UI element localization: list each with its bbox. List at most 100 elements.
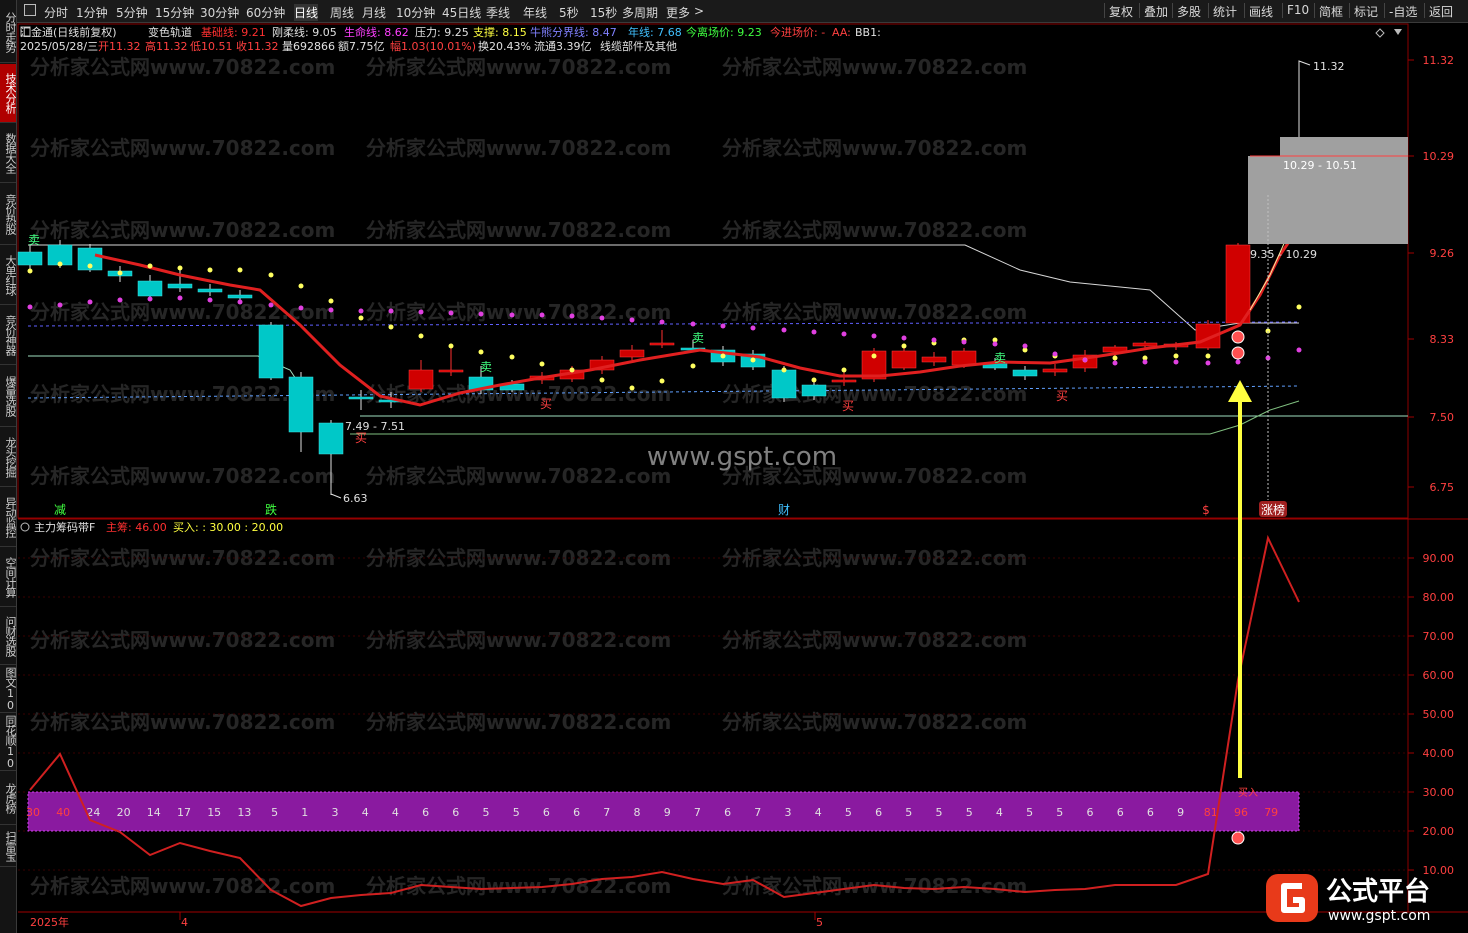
support-dot <box>87 263 93 269</box>
sidebar-tab-4[interactable]: 大单红球 <box>0 246 16 305</box>
chevron-down-icon[interactable] <box>1394 29 1402 35</box>
sidebar-tab-11[interactable]: 图文10 <box>0 666 16 713</box>
support-dot <box>841 367 847 373</box>
tool-button-7[interactable]: 标记 <box>1349 3 1378 19</box>
band-value: 6 <box>452 806 459 819</box>
life-dot <box>901 335 907 341</box>
candle-body[interactable] <box>17 251 43 266</box>
tool-button-4[interactable]: 画线 <box>1244 3 1273 19</box>
period-7[interactable]: 周线 <box>330 4 354 21</box>
period-12[interactable]: 年线 <box>523 4 547 21</box>
candle-body[interactable] <box>197 288 223 293</box>
candle-body[interactable] <box>891 350 917 369</box>
diamond-icon[interactable] <box>1375 28 1385 38</box>
sidebar-tab-10[interactable]: 问财选股 <box>0 608 16 665</box>
tool-button-9[interactable]: 返回 <box>1424 3 1453 19</box>
menu-icon[interactable] <box>24 4 36 16</box>
sidebar-tab-8[interactable]: 异动监控 <box>0 488 16 547</box>
period-4[interactable]: 30分钟 <box>200 4 239 21</box>
candle-body[interactable] <box>318 422 344 455</box>
sub-axis-label: 90.00 <box>1423 552 1455 565</box>
candle-body[interactable] <box>801 384 827 397</box>
sidebar-tab-13[interactable]: 龙虎榜 <box>0 772 16 825</box>
date-label: 4 <box>181 916 188 929</box>
period-2[interactable]: 5分钟 <box>116 4 148 21</box>
candle-body[interactable] <box>649 342 675 346</box>
bottom-marker: 减 <box>54 503 66 517</box>
sidebar-tab-5[interactable]: 竞价神器 <box>0 306 16 365</box>
candle-body[interactable] <box>951 350 977 366</box>
candle-body[interactable] <box>227 294 253 299</box>
support-dot <box>781 367 787 373</box>
sidebar-tab-12[interactable]: 同花顺10 <box>0 714 16 771</box>
period-10[interactable]: 45日线 <box>442 4 481 21</box>
sidebar-tab-3[interactable]: 竞价热股 <box>0 184 16 245</box>
period-8[interactable]: 月线 <box>362 4 386 21</box>
watermark-text: 分析家公式网www.70822.com <box>366 300 671 324</box>
candle-body[interactable] <box>1132 342 1158 347</box>
ohlc-value: 量692866 <box>282 40 335 53</box>
sidebar-tab-9[interactable]: 空间计算 <box>0 548 16 607</box>
life-dot <box>931 337 937 343</box>
support-dot <box>57 261 63 267</box>
candle-body[interactable] <box>348 396 374 400</box>
period-15[interactable]: 多周期 <box>622 4 658 21</box>
life-dot <box>720 323 726 329</box>
sidebar-tab-0[interactable]: 分时走势 <box>0 2 16 63</box>
support-dot <box>418 333 424 339</box>
indicator-value: AA: <box>832 26 851 39</box>
sidebar-tab-2[interactable]: 数据大全 <box>0 124 16 183</box>
period-9[interactable]: 10分钟 <box>396 4 435 21</box>
candle-body[interactable] <box>438 369 464 373</box>
candle-body[interactable] <box>619 349 645 358</box>
watermark-text: 分析家公式网www.70822.com <box>366 628 671 652</box>
more-arrow[interactable]: > <box>694 4 704 18</box>
candle-body[interactable] <box>258 324 284 379</box>
period-3[interactable]: 15分钟 <box>155 4 194 21</box>
band-value: 6 <box>573 806 580 819</box>
period-13[interactable]: 5秒 <box>559 4 579 21</box>
candle-body[interactable] <box>288 376 314 433</box>
sidebar-tab-6[interactable]: 爆量选股 <box>0 366 16 427</box>
ohlc-value: 流通3.39亿 <box>534 39 592 53</box>
tool-button-6[interactable]: 简框 <box>1314 3 1343 19</box>
candle-body[interactable] <box>167 283 193 289</box>
period-1[interactable]: 1分钟 <box>76 4 108 21</box>
life-dot <box>599 315 605 321</box>
band-value: 3 <box>785 806 792 819</box>
band-value: 3 <box>332 806 339 819</box>
candle-body[interactable] <box>1225 244 1251 324</box>
candle-body[interactable] <box>921 356 947 363</box>
period-16[interactable]: 更多 <box>666 4 690 21</box>
tool-button-0[interactable]: 复权 <box>1104 3 1133 19</box>
life-dot <box>992 341 998 347</box>
tool-button-1[interactable]: 叠加 <box>1139 3 1168 19</box>
indicator-value: 压力: 9.25 <box>415 26 469 39</box>
sidebar-tab-1[interactable]: 技术分析 <box>0 64 16 123</box>
candle-body[interactable] <box>137 280 163 297</box>
candle-body[interactable] <box>1042 368 1068 373</box>
candle-body[interactable] <box>831 379 857 383</box>
candle-body[interactable] <box>1012 369 1038 377</box>
collapse-icon[interactable] <box>20 522 30 532</box>
tool-button-5[interactable]: F10 <box>1282 3 1309 18</box>
period-6[interactable]: 日线 <box>294 4 319 21</box>
period-0[interactable]: 分时 <box>44 4 68 21</box>
support-dot <box>177 265 183 271</box>
candle-body[interactable] <box>408 369 434 390</box>
sidebar-tab-14[interactable]: 扫雷宝 <box>0 826 16 867</box>
period-14[interactable]: 15秒 <box>590 4 617 21</box>
band-value: 9 <box>1177 806 1184 819</box>
tool-button-8[interactable]: -自选 <box>1384 3 1417 19</box>
band-value: 6 <box>1087 806 1094 819</box>
candle-body[interactable] <box>771 369 797 399</box>
life-dot <box>418 309 424 315</box>
support-dot <box>629 385 635 391</box>
life-dot <box>328 307 334 313</box>
tool-button-2[interactable]: 多股 <box>1172 3 1201 19</box>
sidebar-tab-7[interactable]: 龙头挖掘 <box>0 428 16 487</box>
kline-chart[interactable]: 分析家公式网www.70822.com 分析家公式网www.70822.com 分析… <box>17 23 1468 933</box>
period-5[interactable]: 60分钟 <box>246 4 285 21</box>
period-11[interactable]: 季线 <box>486 4 510 21</box>
tool-button-3[interactable]: 统计 <box>1208 3 1237 19</box>
